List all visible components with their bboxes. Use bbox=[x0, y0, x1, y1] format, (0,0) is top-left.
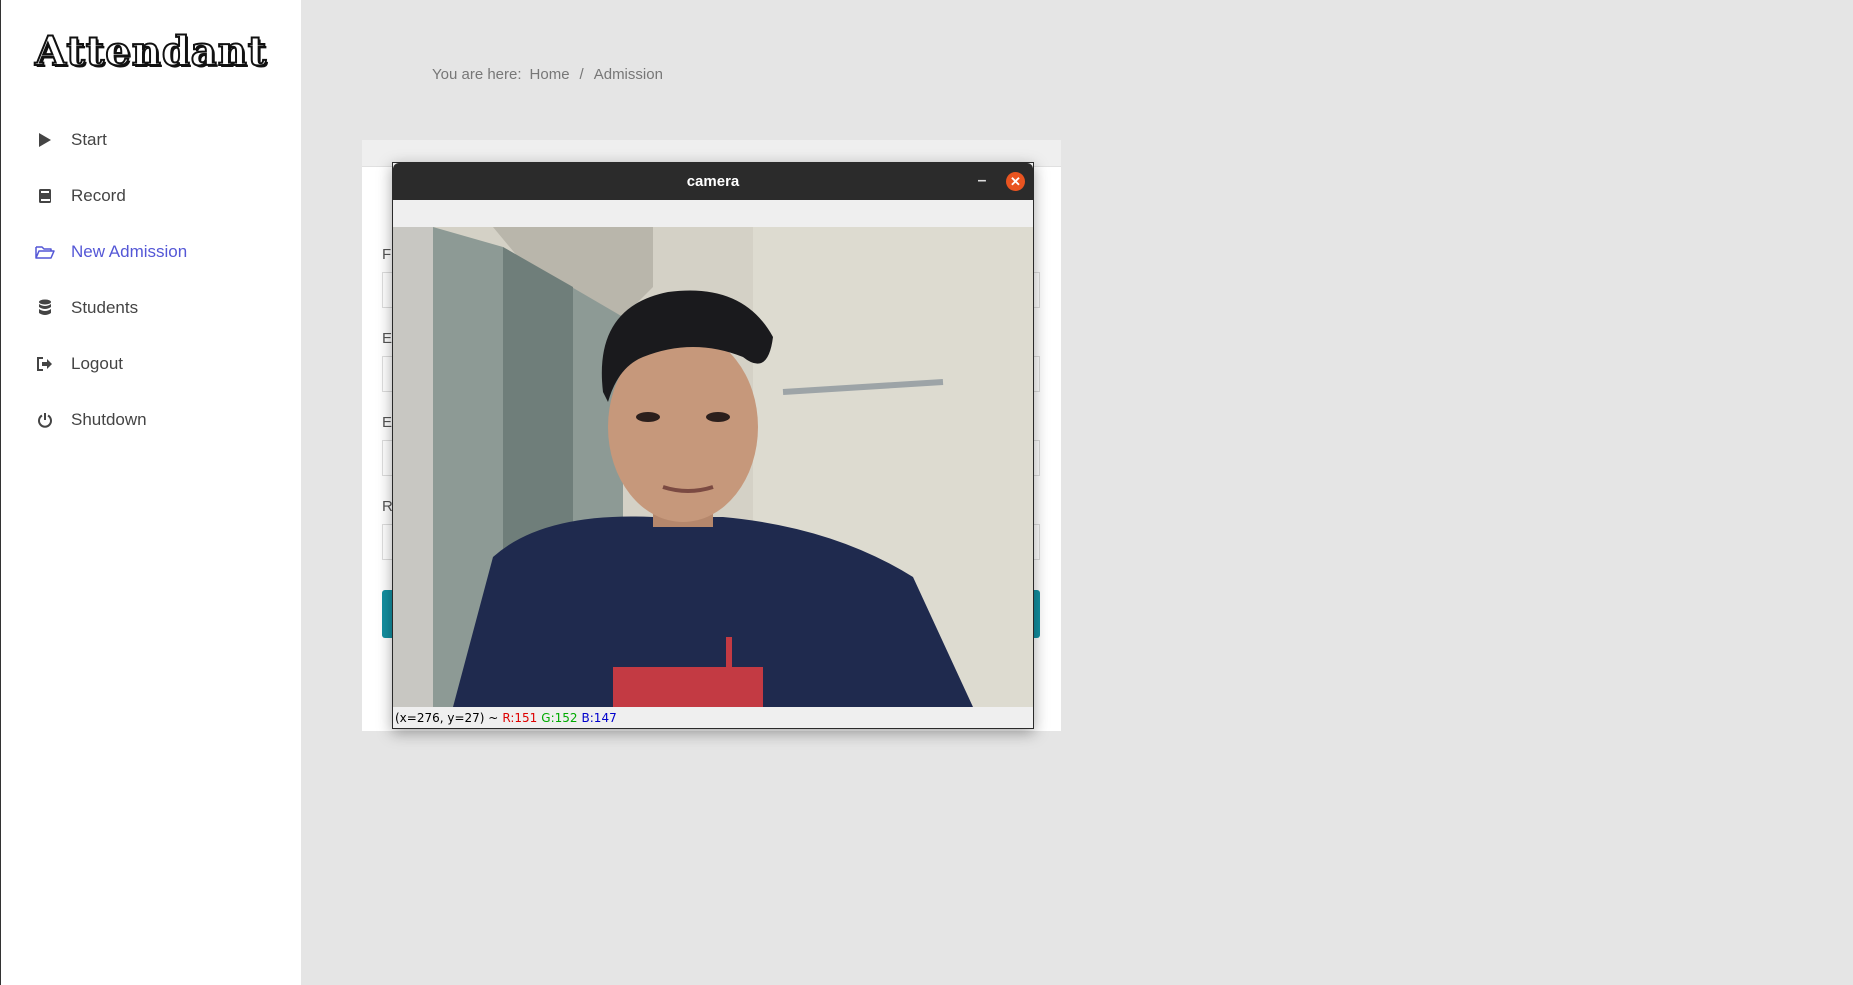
power-icon bbox=[35, 410, 55, 430]
breadcrumb-current: Admission bbox=[593, 66, 663, 83]
book-icon bbox=[35, 186, 55, 206]
sidebar-item-label: Students bbox=[71, 298, 139, 317]
camera-window-title: camera bbox=[686, 173, 740, 190]
field-label: F bbox=[382, 246, 392, 263]
sidebar-item-label: Shutdown bbox=[71, 410, 147, 429]
camera-window[interactable]: camera – ✕ (x=276, y=27) ~ R:151 G:152 B… bbox=[392, 162, 1034, 729]
close-icon[interactable]: ✕ bbox=[1006, 172, 1025, 191]
status-red: R:151 bbox=[502, 711, 538, 725]
sidebar-item-students[interactable]: Students bbox=[35, 293, 138, 323]
folder-open-icon bbox=[35, 242, 55, 262]
status-blue: B:147 bbox=[581, 711, 617, 725]
sidebar-item-label: Record bbox=[71, 186, 126, 205]
sidebar-item-label: Logout bbox=[71, 354, 123, 373]
camera-toolbar bbox=[393, 200, 1033, 227]
sidebar-item-start[interactable]: Start bbox=[35, 125, 107, 155]
sidebar-item-logout[interactable]: Logout bbox=[35, 349, 123, 379]
status-coords: (x=276, y=27) ~ bbox=[395, 711, 499, 725]
field-label: E bbox=[382, 414, 393, 431]
sidebar-item-label: New Admission bbox=[71, 242, 188, 261]
camera-status-bar: (x=276, y=27) ~ R:151 G:152 B:147 bbox=[395, 709, 617, 727]
breadcrumb-prefix: You are here: bbox=[432, 66, 522, 83]
status-green: G:152 bbox=[541, 711, 578, 725]
camera-window-titlebar[interactable]: camera – ✕ bbox=[393, 163, 1033, 200]
app-logo[interactable]: Attendant bbox=[34, 27, 267, 76]
play-icon bbox=[35, 130, 55, 150]
breadcrumb-home[interactable]: Home bbox=[530, 66, 570, 83]
camera-feed[interactable] bbox=[393, 227, 1033, 707]
sidebar-item-label: Start bbox=[71, 130, 107, 149]
sidebar-item-shutdown[interactable]: Shutdown bbox=[35, 405, 147, 435]
camera-frame-image bbox=[393, 227, 1033, 707]
sidebar-item-record[interactable]: Record bbox=[35, 181, 126, 211]
breadcrumb: You are here: Home / Admission bbox=[432, 66, 663, 83]
minimize-icon[interactable]: – bbox=[973, 171, 991, 191]
breadcrumb-separator: / bbox=[579, 66, 584, 83]
field-label: E bbox=[382, 330, 393, 347]
logout-icon bbox=[35, 354, 55, 374]
sidebar: Attendant Start Record New Admission Stu… bbox=[0, 0, 301, 985]
database-icon bbox=[35, 298, 55, 318]
sidebar-item-new-admission[interactable]: New Admission bbox=[35, 237, 187, 267]
